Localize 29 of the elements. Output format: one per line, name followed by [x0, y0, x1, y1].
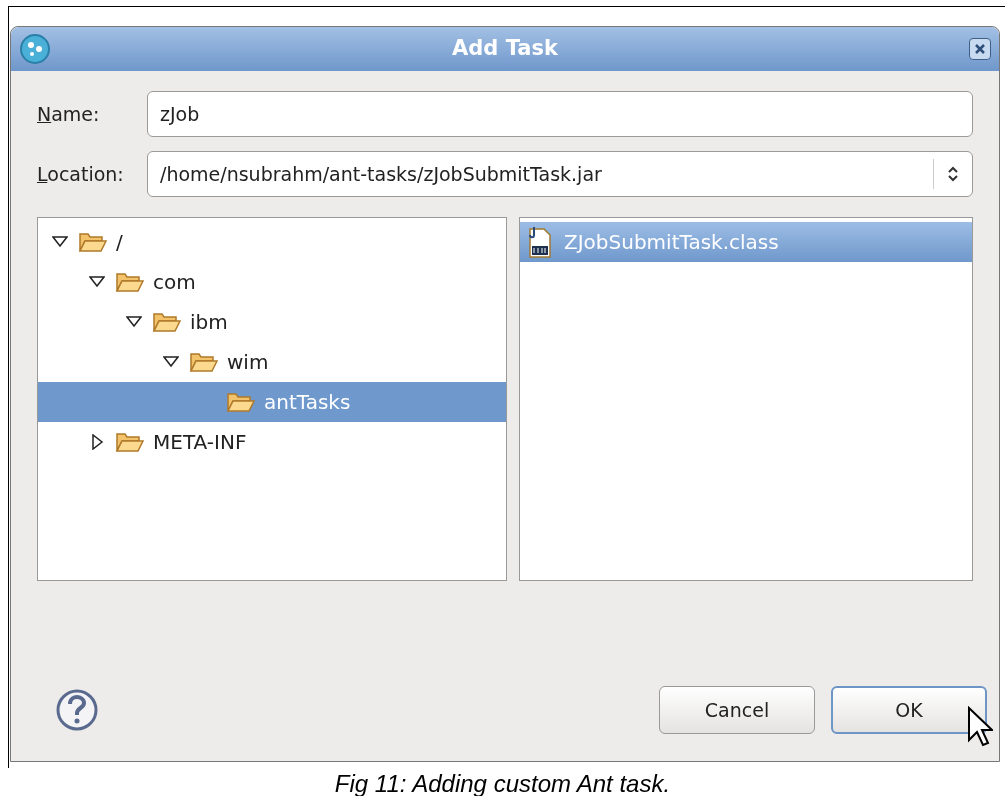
folder-icon — [152, 311, 182, 333]
tree-item[interactable]: wim — [38, 342, 506, 382]
spinner-arrows-icon — [946, 164, 960, 184]
cancel-button[interactable]: Cancel — [659, 686, 815, 734]
close-icon — [974, 43, 986, 55]
app-icon — [19, 33, 51, 65]
expanded-triangle-icon[interactable] — [163, 354, 179, 370]
tree-item[interactable]: ibm — [38, 302, 506, 342]
name-input[interactable]: zJob — [147, 91, 973, 137]
folder-icon — [189, 351, 219, 373]
expanded-triangle-icon[interactable] — [52, 234, 68, 250]
collapsed-triangle-icon[interactable] — [89, 434, 105, 450]
tree-item[interactable]: META-INF — [38, 422, 506, 462]
location-combo[interactable]: /home/nsubrahm/ant-tasks/zJobSubmitTask.jar — [147, 151, 973, 197]
expanded-triangle-icon[interactable] — [126, 314, 142, 330]
tree-item[interactable]: com — [38, 262, 506, 302]
tree-item[interactable]: / — [38, 222, 506, 262]
folder-icon — [78, 231, 108, 253]
ok-button[interactable]: OK — [831, 686, 987, 734]
mouse-cursor-icon — [967, 706, 993, 748]
folder-icon — [115, 431, 145, 453]
help-icon[interactable] — [55, 688, 99, 732]
field-label: Location: — [37, 161, 125, 187]
folder-icon — [115, 271, 145, 293]
close-button[interactable] — [969, 38, 991, 60]
field-label: Name: — [37, 101, 101, 127]
expanded-triangle-icon[interactable] — [89, 274, 105, 290]
folder-icon — [226, 391, 256, 413]
window-title: Add Task — [452, 35, 558, 63]
